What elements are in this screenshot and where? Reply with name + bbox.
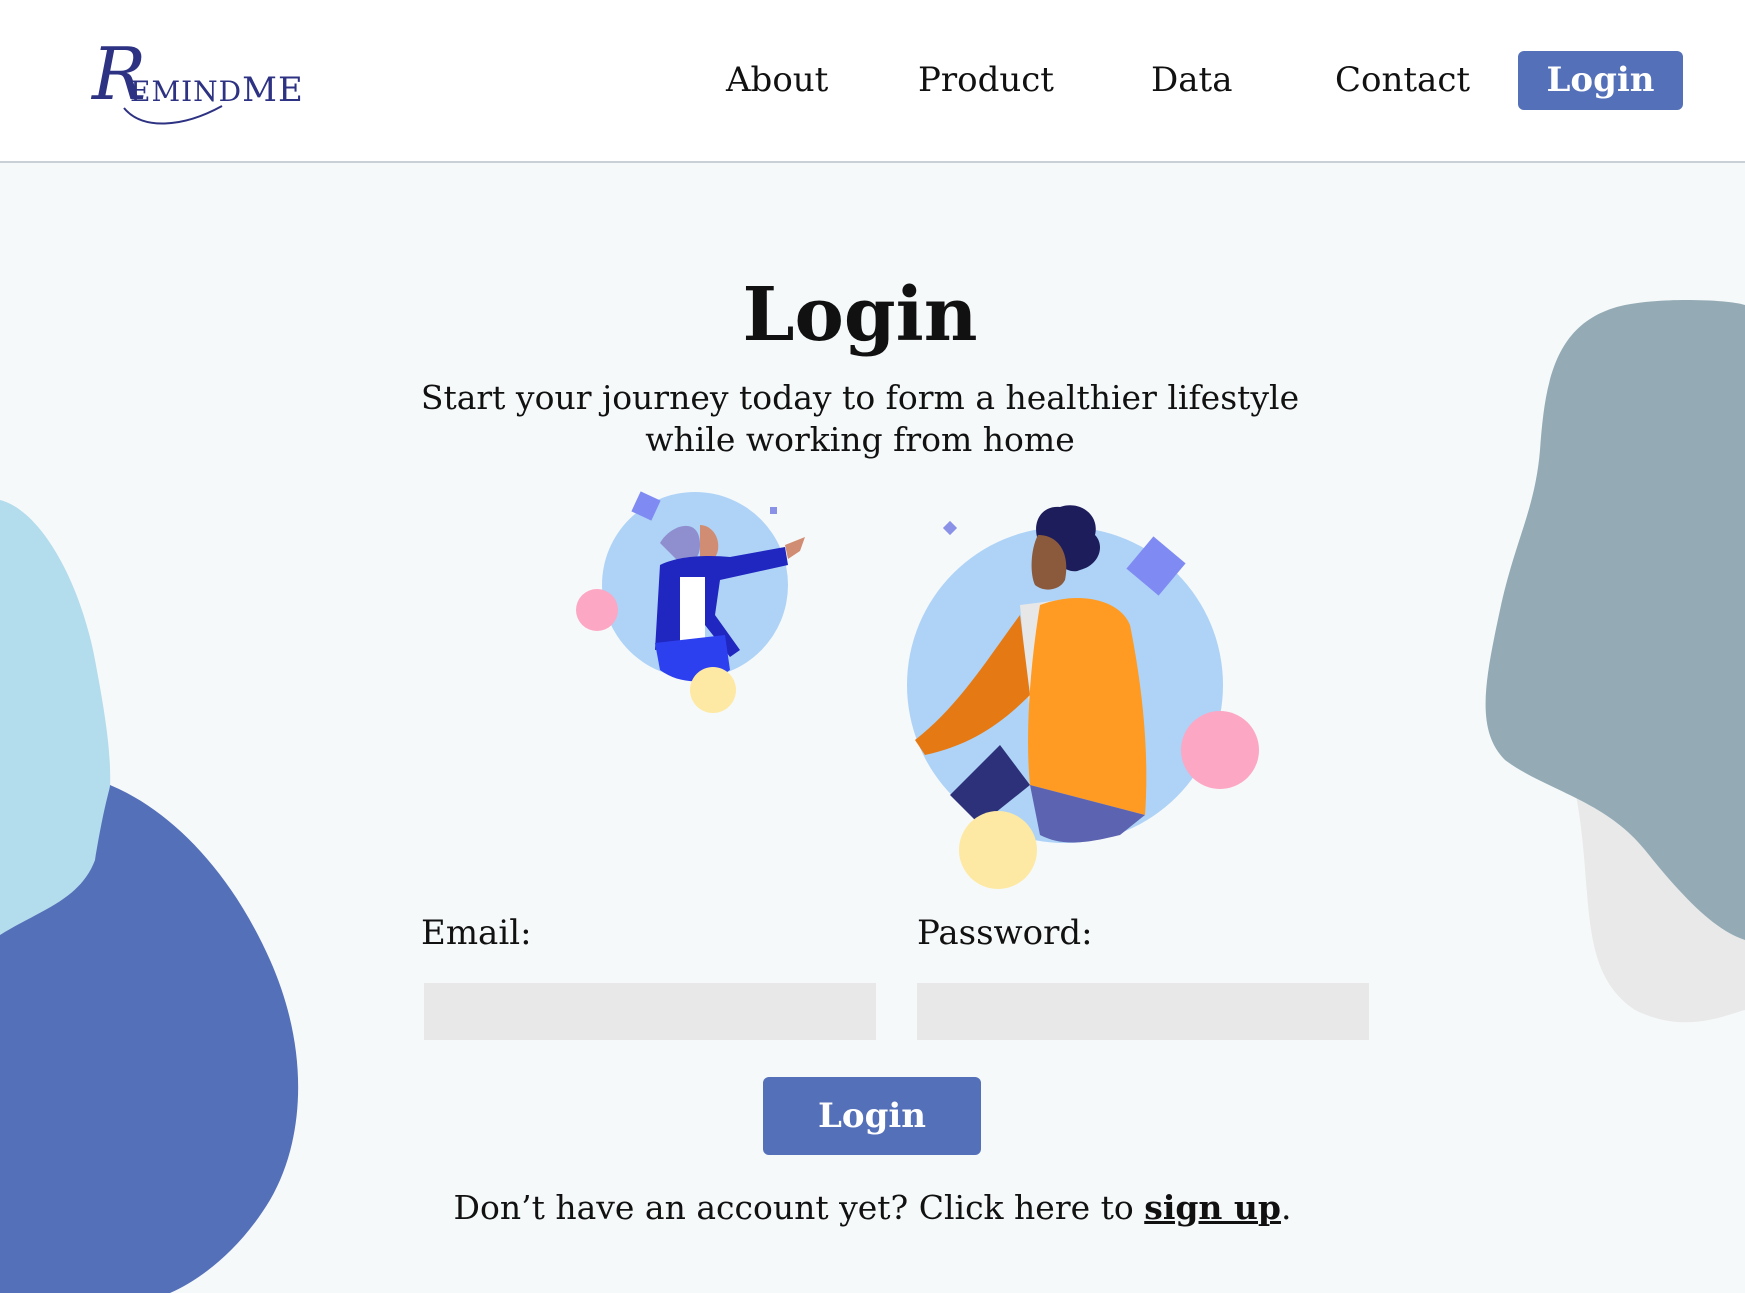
page-subtitle: Start your journey today to form a healt… bbox=[400, 377, 1320, 461]
email-field[interactable] bbox=[424, 983, 876, 1040]
password-field[interactable] bbox=[917, 983, 1369, 1040]
background-blob-left bbox=[0, 500, 299, 1293]
nav-about[interactable]: About bbox=[726, 60, 828, 100]
man-figure-illustration bbox=[907, 505, 1259, 889]
nav-data[interactable]: Data bbox=[1151, 60, 1232, 100]
logo-swash-icon bbox=[123, 105, 223, 125]
header-login-button[interactable]: Login bbox=[1518, 51, 1683, 110]
subtitle-line-1: Start your journey today to form a healt… bbox=[420, 378, 1300, 417]
signup-link[interactable]: sign up bbox=[1144, 1188, 1281, 1227]
password-label: Password: bbox=[917, 913, 1093, 953]
nav-contact[interactable]: Contact bbox=[1335, 60, 1470, 100]
woman-figure-illustration bbox=[576, 491, 805, 713]
people-illustration bbox=[576, 491, 1259, 889]
login-submit-button[interactable]: Login bbox=[763, 1077, 981, 1155]
logo-word-part-2: ME bbox=[242, 70, 304, 110]
email-label: Email: bbox=[421, 913, 532, 953]
nav-product[interactable]: Product bbox=[918, 60, 1054, 100]
signup-prefix-text: Don’t have an account yet? Click here to bbox=[453, 1188, 1145, 1227]
top-navbar: R EMINDME About Product Data Contact Log… bbox=[0, 0, 1745, 163]
background-blob-right bbox=[1485, 300, 1745, 1023]
page-title: Login bbox=[742, 272, 978, 358]
signup-prompt: Don’t have an account yet? Click here to… bbox=[0, 1188, 1745, 1227]
signup-suffix-text: . bbox=[1280, 1188, 1292, 1227]
subtitle-line-2: while working from home bbox=[645, 420, 1075, 459]
remindme-logo[interactable]: R EMINDME bbox=[92, 38, 322, 128]
